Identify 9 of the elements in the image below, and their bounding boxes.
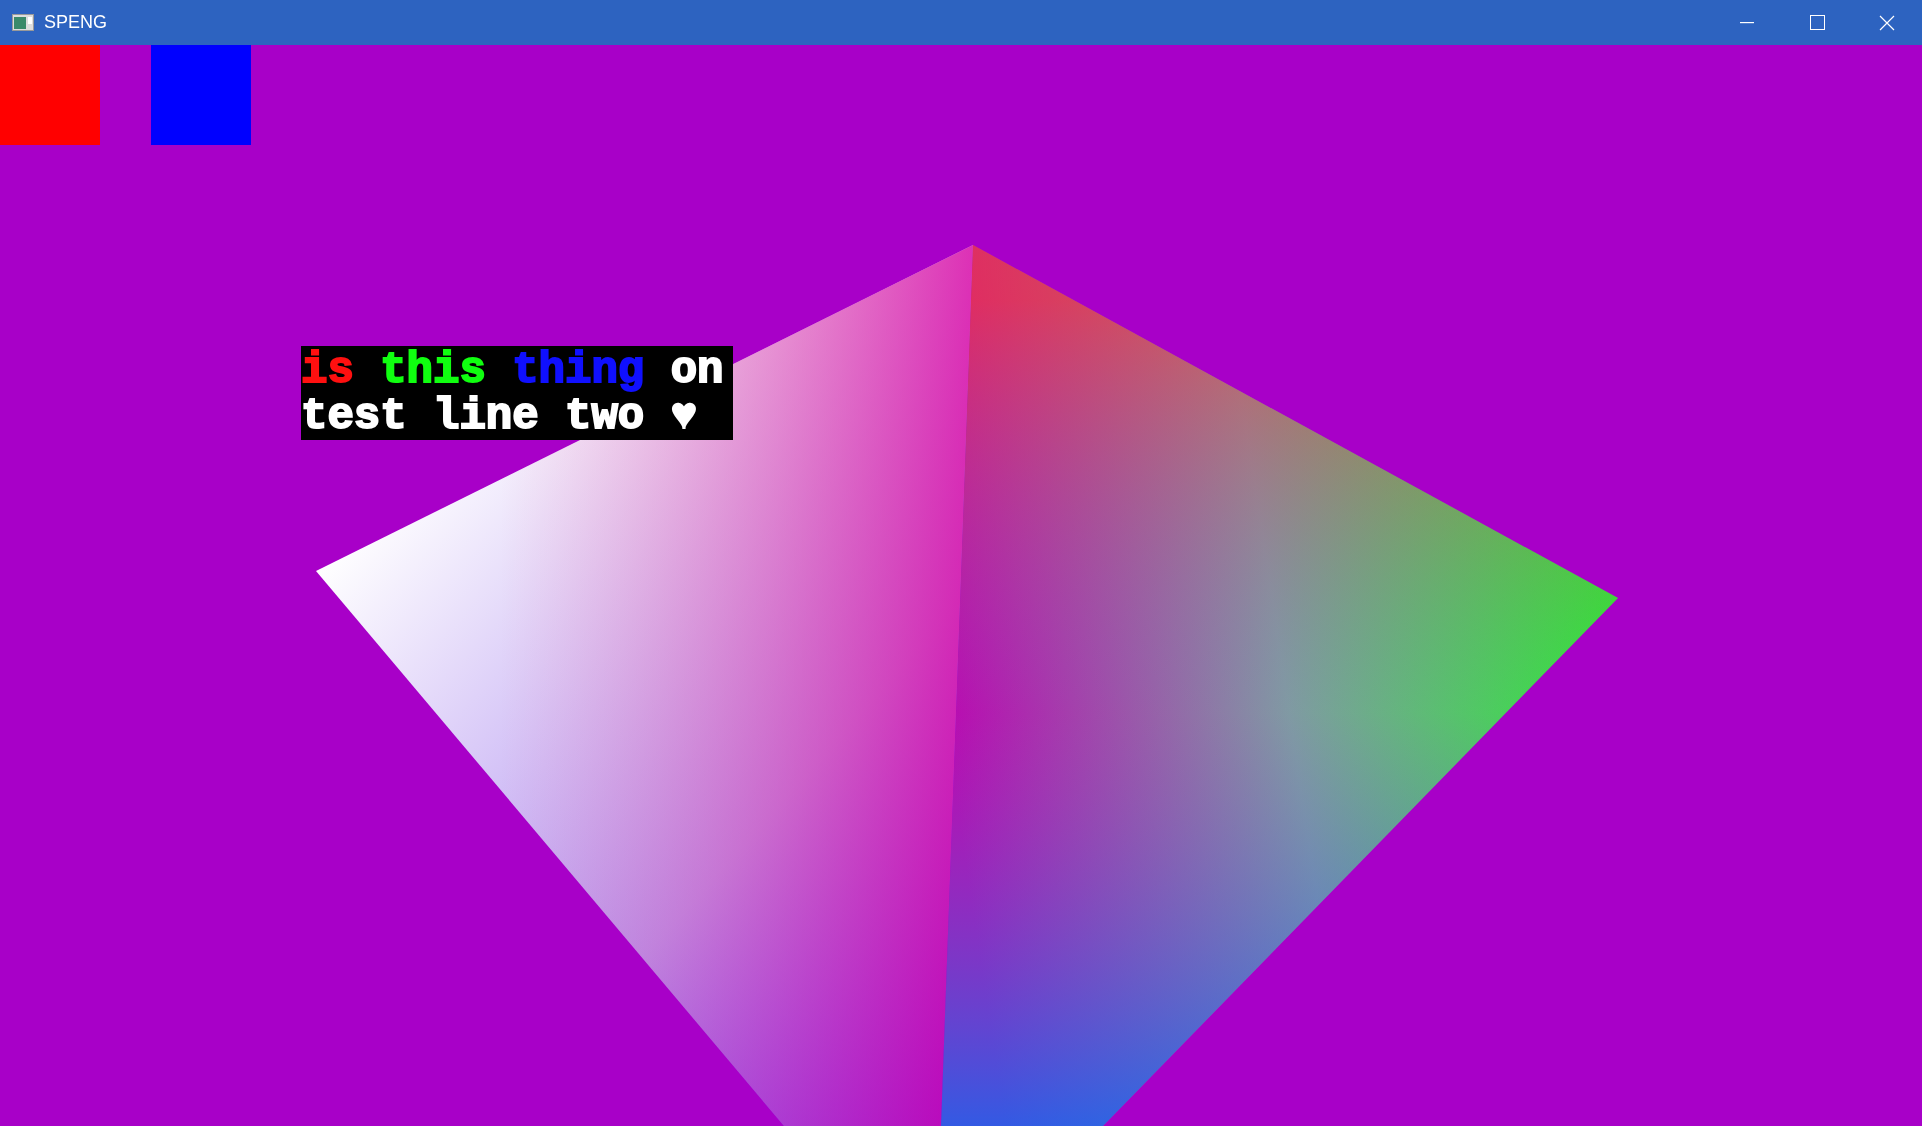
overlay-text: ♥ [670, 399, 698, 433]
close-icon [1879, 14, 1895, 31]
overlay-text: test [301, 399, 407, 433]
app-icon [12, 14, 34, 31]
overlay-text: two [565, 399, 645, 433]
overlay-text: on [670, 353, 724, 387]
maximize-icon [1809, 15, 1825, 30]
minimize-icon [1740, 21, 1754, 24]
window-title: SPENG [44, 11, 108, 34]
